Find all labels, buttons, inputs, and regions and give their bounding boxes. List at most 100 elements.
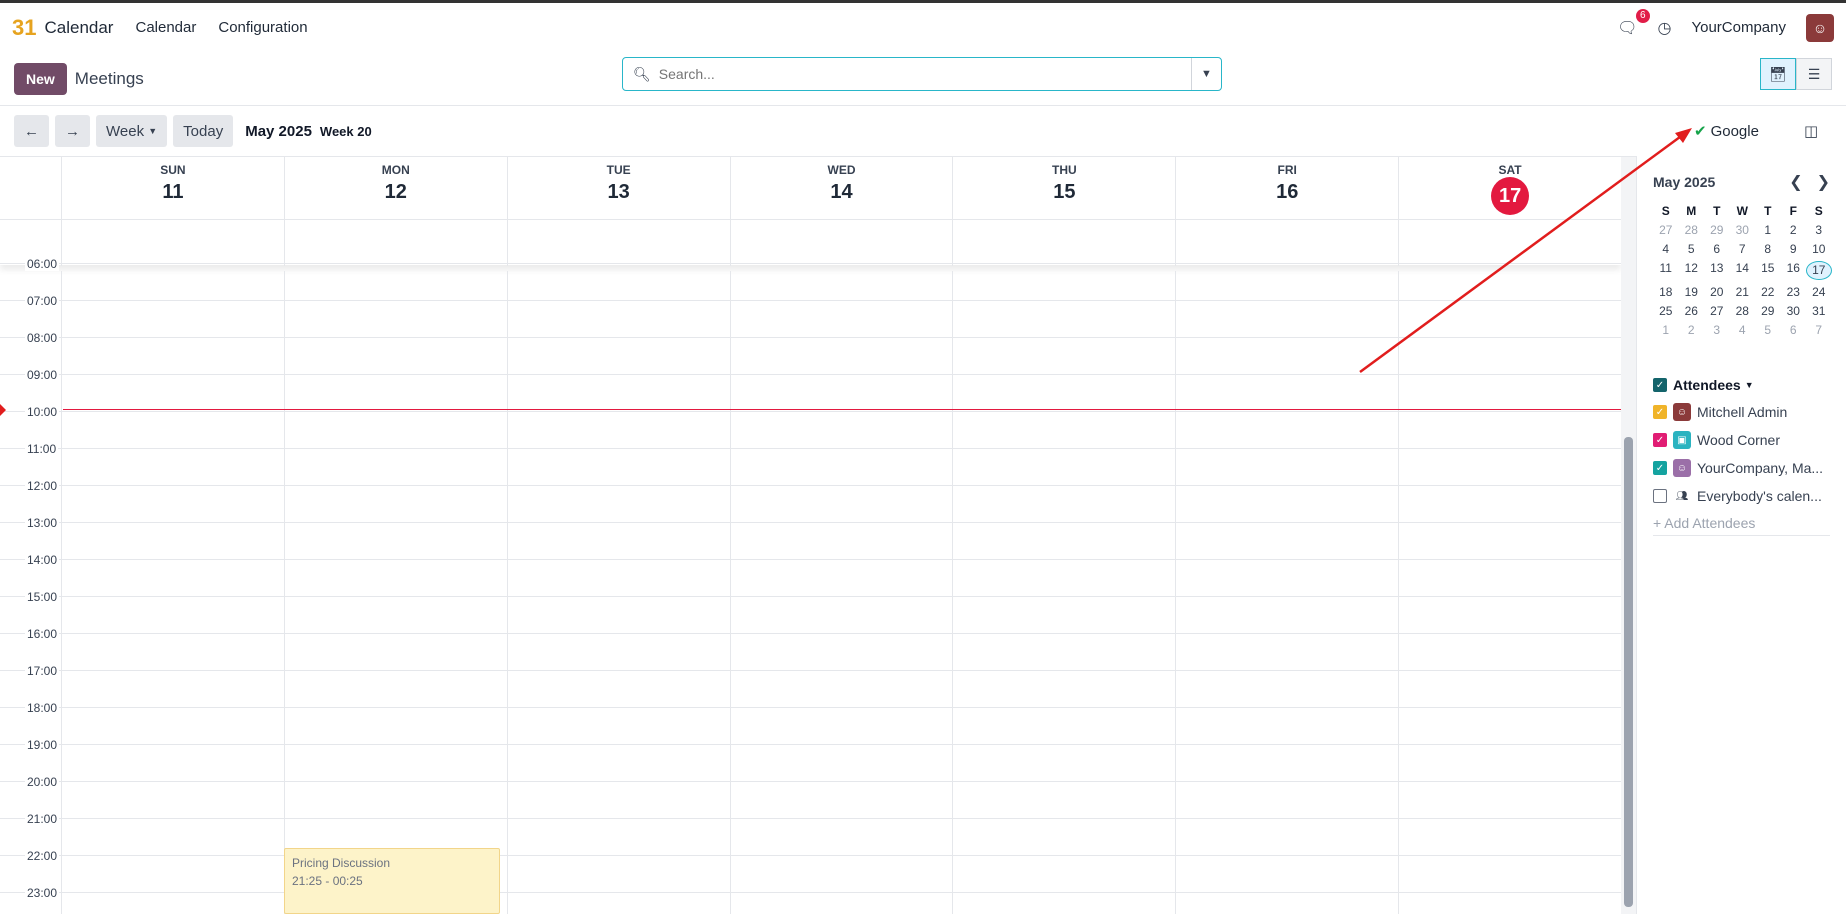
mini-calendar-day[interactable]: 10 <box>1806 242 1832 256</box>
mini-calendar-day[interactable]: 29 <box>1755 304 1781 318</box>
attendee-item[interactable]: ✓ ▣ Wood Corner <box>1653 431 1830 449</box>
mini-calendar-day[interactable]: 18 <box>1653 285 1679 299</box>
hour-row[interactable]: 10:00 <box>0 405 1621 448</box>
day-header-thu[interactable]: THU 15 <box>952 157 1175 219</box>
hour-row[interactable]: 16:00 <box>0 627 1621 670</box>
all-day-row[interactable] <box>0 219 1621 266</box>
chat-icon[interactable]: 🗨 6 <box>1617 8 1650 38</box>
hour-row[interactable]: 18:00 <box>0 701 1621 744</box>
mini-calendar-day[interactable]: 27 <box>1704 304 1730 318</box>
mini-calendar-day[interactable]: 12 <box>1679 261 1705 280</box>
hour-row[interactable]: 17:00 <box>0 664 1621 707</box>
day-header-fri[interactable]: FRI 16 <box>1175 157 1398 219</box>
mini-calendar-day[interactable]: 19 <box>1679 285 1705 299</box>
day-header-sat[interactable]: SAT 17 <box>1398 157 1621 219</box>
mini-calendar-day[interactable]: 17 <box>1806 261 1832 280</box>
mini-calendar-day[interactable]: 1 <box>1755 223 1781 237</box>
search-options-toggle[interactable]: ▼ <box>1191 58 1221 90</box>
mini-calendar-day[interactable]: 27 <box>1653 223 1679 237</box>
next-arrow-icon[interactable]: → <box>55 115 90 147</box>
mini-calendar-day[interactable]: 20 <box>1704 285 1730 299</box>
hour-row[interactable]: 09:00 <box>0 368 1621 411</box>
mini-calendar-day[interactable]: 2 <box>1679 323 1705 337</box>
hour-row[interactable]: 08:00 <box>0 331 1621 374</box>
hour-row[interactable]: 23:00 <box>0 886 1621 914</box>
mini-calendar-day[interactable]: 15 <box>1755 261 1781 280</box>
hour-row[interactable]: 21:00 <box>0 812 1621 855</box>
hour-row[interactable]: 07:00 <box>0 294 1621 337</box>
attendees-header[interactable]: ✓ Attendees ▼ <box>1653 377 1830 393</box>
mini-calendar-day[interactable]: 28 <box>1730 304 1756 318</box>
mini-calendar-day[interactable]: 24 <box>1806 285 1832 299</box>
search-input[interactable] <box>658 66 1191 82</box>
hour-row[interactable]: 14:00 <box>0 553 1621 596</box>
mini-calendar-day[interactable]: 5 <box>1755 323 1781 337</box>
calendar-view-icon[interactable]: 📅︎ <box>1760 58 1796 90</box>
mini-calendar-day[interactable]: 4 <box>1653 242 1679 256</box>
mini-calendar-day[interactable]: 31 <box>1806 304 1832 318</box>
list-view-icon[interactable]: ☰ <box>1796 58 1832 90</box>
mini-calendar-day[interactable]: 23 <box>1781 285 1807 299</box>
calendar-scrollbar[interactable] <box>1621 157 1636 914</box>
mini-calendar-day[interactable]: 6 <box>1781 323 1807 337</box>
attendee-checkbox[interactable] <box>1653 489 1667 503</box>
company-switcher[interactable]: YourCompany <box>1691 19 1786 36</box>
mini-calendar-day[interactable]: 29 <box>1704 223 1730 237</box>
attendee-item[interactable]: ✓ ☺ Mitchell Admin <box>1653 403 1830 421</box>
app-name[interactable]: Calendar <box>44 18 113 38</box>
calendar-app-logo[interactable]: 31 <box>12 15 36 41</box>
mini-calendar-day[interactable]: 7 <box>1806 323 1832 337</box>
hour-row[interactable]: 13:00 <box>0 516 1621 559</box>
mini-calendar-day[interactable]: 30 <box>1781 304 1807 318</box>
attendee-item[interactable]: ✓ ☺ YourCompany, Ma... <box>1653 459 1830 477</box>
mini-calendar-day[interactable]: 14 <box>1730 261 1756 280</box>
mini-calendar-day[interactable]: 16 <box>1781 261 1807 280</box>
calendar-event[interactable]: Pricing Discussion 21:25 - 00:25 <box>284 848 500 914</box>
mini-calendar-day[interactable]: 4 <box>1730 323 1756 337</box>
menu-calendar[interactable]: Calendar <box>135 19 196 36</box>
mini-calendar-day[interactable]: 8 <box>1755 242 1781 256</box>
mini-calendar-day[interactable]: 21 <box>1730 285 1756 299</box>
hour-row[interactable]: 12:00 <box>0 479 1621 522</box>
mini-calendar-day[interactable]: 11 <box>1653 261 1679 280</box>
mini-calendar-day[interactable]: 9 <box>1781 242 1807 256</box>
time-grid[interactable]: 06:00 07:00 08:00 09:00 10:00 11:00 12:00 13:00… <box>0 257 1621 914</box>
attendee-checkbox[interactable]: ✓ <box>1653 461 1667 475</box>
user-avatar[interactable]: ☺ <box>1806 13 1834 42</box>
today-button[interactable]: Today <box>173 115 234 147</box>
previous-arrow-icon[interactable]: ← <box>14 115 49 147</box>
mini-calendar-day[interactable]: 7 <box>1730 242 1756 256</box>
day-header-wed[interactable]: WED 14 <box>729 157 953 219</box>
scrollbar-thumb[interactable] <box>1624 437 1633 907</box>
mini-calendar-day[interactable]: 26 <box>1679 304 1705 318</box>
activity-clock-icon[interactable]: ◷ <box>1658 18 1672 38</box>
new-button[interactable]: New <box>14 62 67 95</box>
mini-calendar-day[interactable]: 25 <box>1653 304 1679 318</box>
mini-calendar-day[interactable]: 6 <box>1704 242 1730 256</box>
hour-row[interactable]: 20:00 <box>0 775 1621 818</box>
attendees-checkbox[interactable]: ✓ <box>1653 378 1667 392</box>
day-header-mon[interactable]: MON 12 <box>283 157 507 219</box>
hour-row[interactable]: 11:00 <box>0 442 1621 485</box>
add-attendees-link[interactable]: + Add Attendees <box>1653 515 1830 536</box>
google-sync-status[interactable]: ✔ Google <box>1694 122 1759 140</box>
attendee-checkbox[interactable]: ✓ <box>1653 433 1667 447</box>
hour-row[interactable]: 15:00 <box>0 590 1621 633</box>
sidebar-toggle-icon[interactable]: ◫ <box>1804 122 1818 140</box>
menu-configuration[interactable]: Configuration <box>218 19 307 36</box>
hour-row[interactable]: 06:00 <box>0 257 1621 300</box>
mini-calendar-day[interactable]: 1 <box>1653 323 1679 337</box>
hour-row[interactable]: 22:00 <box>0 849 1621 892</box>
attendee-checkbox[interactable]: ✓ <box>1653 405 1667 419</box>
chevron-left-icon[interactable]: ❮ <box>1789 172 1802 192</box>
attendee-item[interactable]: 👥︎ Everybody's calen... <box>1653 487 1830 505</box>
day-header-sun[interactable]: SUN 11 <box>61 157 284 219</box>
mini-calendar-day[interactable]: 3 <box>1704 323 1730 337</box>
mini-calendar-day[interactable]: 30 <box>1730 223 1756 237</box>
mini-calendar-day[interactable]: 13 <box>1704 261 1730 280</box>
mini-calendar-day[interactable]: 3 <box>1806 223 1832 237</box>
chevron-right-icon[interactable]: ❯ <box>1817 172 1830 192</box>
hour-row[interactable]: 19:00 <box>0 738 1621 781</box>
mini-calendar-day[interactable]: 28 <box>1679 223 1705 237</box>
mini-calendar-day[interactable]: 2 <box>1781 223 1807 237</box>
